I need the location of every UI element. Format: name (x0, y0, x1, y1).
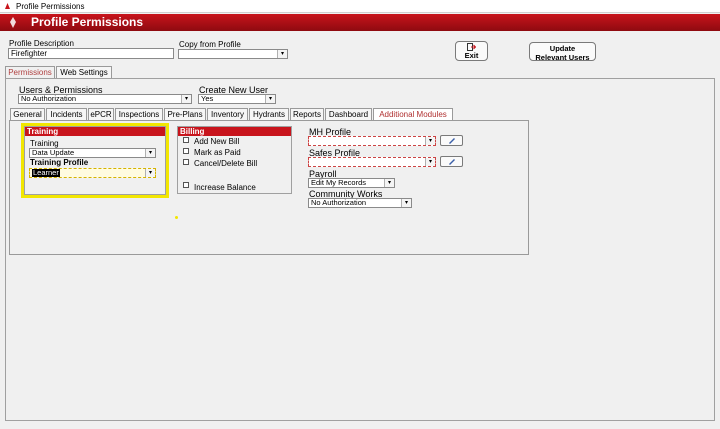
create-new-user-select[interactable]: Yes ▾ (198, 94, 276, 104)
tab-permissions[interactable]: Permissions (5, 66, 55, 78)
chevron-down-icon: ▾ (145, 149, 155, 157)
copy-from-profile-select[interactable]: ▾ (178, 49, 288, 59)
mark-as-paid-checkbox[interactable] (183, 148, 189, 154)
tab-reports[interactable]: Reports (290, 108, 324, 120)
tab-pre-plans[interactable]: Pre-Plans (164, 108, 206, 120)
add-new-bill-label: Add New Bill (194, 137, 240, 146)
mark-as-paid-label: Mark as Paid (194, 148, 241, 157)
mh-profile-select[interactable]: ▾ (308, 136, 436, 146)
chevron-down-icon: ▾ (425, 137, 435, 145)
exit-button[interactable]: Exit (455, 41, 488, 61)
window-titlebar: Profile Permissions (0, 0, 720, 13)
safes-profile-select[interactable]: ▾ (308, 157, 436, 167)
add-new-bill-checkbox[interactable] (183, 137, 189, 143)
page-header: Profile Permissions (0, 14, 720, 31)
tab-general[interactable]: General (10, 108, 45, 120)
users-permissions-select[interactable]: No Authorization ▾ (18, 94, 192, 104)
app-icon (3, 2, 12, 11)
billing-section-header: Billing (178, 127, 291, 136)
tab-additional-modules[interactable]: Additional Modules (373, 108, 453, 120)
page-title: Profile Permissions (31, 15, 144, 29)
tab-web-settings[interactable]: Web Settings (56, 66, 112, 78)
department-logo (4, 16, 22, 29)
window-title: Profile Permissions (16, 2, 85, 11)
training-profile-select[interactable]: Learner ▾ (29, 168, 156, 178)
tab-incidents[interactable]: Incidents (46, 108, 87, 120)
edit-mh-profile-button[interactable] (440, 135, 463, 146)
training-section-header: Training (25, 127, 165, 136)
payroll-select[interactable]: Edit My Records ▾ (308, 178, 395, 188)
chevron-down-icon: ▾ (401, 199, 411, 207)
cancel-delete-bill-checkbox[interactable] (183, 159, 189, 165)
logo-icon (10, 17, 16, 28)
chevron-down-icon: ▾ (265, 95, 275, 103)
community-works-select[interactable]: No Authorization ▾ (308, 198, 412, 208)
pencil-icon (449, 159, 455, 165)
tab-hydrants[interactable]: Hydrants (249, 108, 289, 120)
profile-description-input[interactable]: Firefighter (8, 48, 174, 59)
increase-balance-label: Increase Balance (194, 183, 256, 192)
increase-balance-checkbox[interactable] (183, 182, 189, 188)
training-profile-label: Training Profile (30, 158, 89, 167)
chevron-down-icon: ▾ (384, 179, 394, 187)
cursor-marker (175, 216, 178, 219)
tab-dashboard[interactable]: Dashboard (325, 108, 372, 120)
tab-inventory[interactable]: Inventory (207, 108, 248, 120)
training-select[interactable]: Data Update ▾ (29, 148, 156, 158)
pencil-icon (449, 138, 455, 144)
chevron-down-icon: ▾ (181, 95, 191, 103)
exit-icon (467, 43, 476, 51)
chevron-down-icon: ▾ (425, 158, 435, 166)
cancel-delete-bill-label: Cancel/Delete Bill (194, 159, 258, 168)
tab-epcr[interactable]: ePCR (88, 108, 114, 120)
chevron-down-icon: ▾ (277, 50, 287, 58)
update-relevant-users-button[interactable]: Update Relevant Users (529, 42, 596, 62)
tab-inspections[interactable]: Inspections (115, 108, 163, 120)
chevron-down-icon: ▾ (145, 169, 155, 177)
edit-safes-profile-button[interactable] (440, 156, 463, 167)
